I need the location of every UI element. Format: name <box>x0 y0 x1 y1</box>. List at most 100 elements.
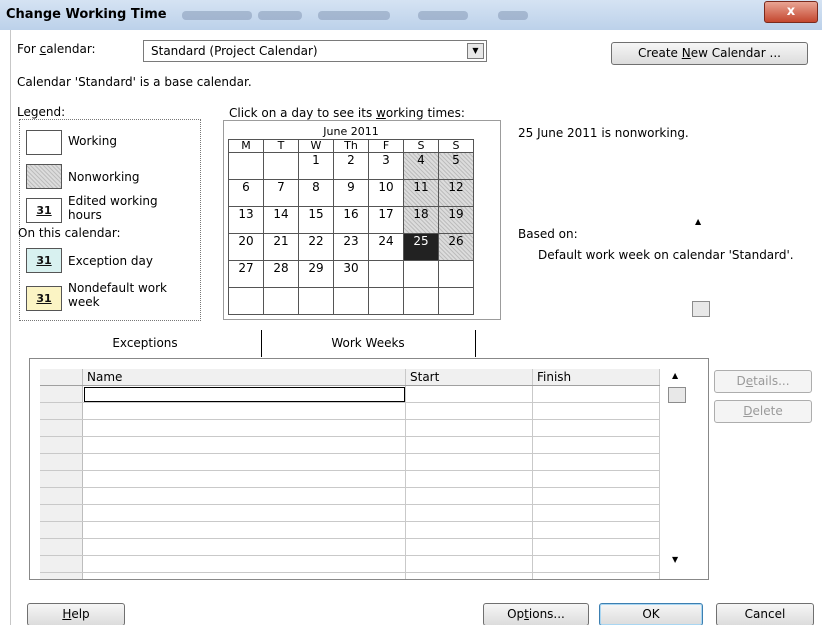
table-cell[interactable] <box>405 385 533 403</box>
table-row[interactable] <box>40 419 660 437</box>
table-row[interactable] <box>40 436 660 454</box>
calendar-day-cell[interactable]: 20 <box>228 233 264 261</box>
calendar-day-cell[interactable]: 5 <box>438 152 474 180</box>
calendar-scroll-thumb[interactable] <box>692 301 710 317</box>
calendar-day-cell[interactable]: 25 <box>403 233 439 261</box>
calendar-day-cell[interactable]: 4 <box>403 152 439 180</box>
calendar-day-cell[interactable]: 8 <box>298 179 334 207</box>
calendar-day-cell[interactable]: 23 <box>333 233 369 261</box>
calendar-day-cell[interactable]: 27 <box>228 260 264 288</box>
table-cell[interactable] <box>405 436 533 454</box>
calendar-day-cell[interactable]: 28 <box>263 260 299 288</box>
table-cell[interactable] <box>532 419 660 437</box>
table-cell[interactable] <box>82 470 406 488</box>
table-cell[interactable] <box>82 538 406 556</box>
table-cell[interactable] <box>82 402 406 420</box>
table-cell[interactable] <box>405 572 533 579</box>
column-header-name[interactable]: Name <box>82 369 406 386</box>
table-row[interactable] <box>40 504 660 522</box>
table-cell[interactable] <box>405 555 533 573</box>
calendar-day-cell[interactable]: 2 <box>333 152 369 180</box>
calendar-day-cell[interactable]: 29 <box>298 260 334 288</box>
row-header <box>40 419 83 437</box>
table-cell[interactable] <box>532 521 660 539</box>
details-button[interactable]: Details... <box>714 370 812 393</box>
table-row[interactable] <box>40 453 660 471</box>
table-cell[interactable] <box>532 436 660 454</box>
scroll-up-icon[interactable]: ▲ <box>672 371 678 380</box>
table-cell[interactable] <box>405 538 533 556</box>
cancel-button[interactable]: Cancel <box>716 603 814 625</box>
calendar-day-cell[interactable]: 18 <box>403 206 439 234</box>
calendar-day-cell[interactable]: 7 <box>263 179 299 207</box>
column-header-finish[interactable]: Finish <box>532 369 660 386</box>
calendar-day-cell[interactable]: 21 <box>263 233 299 261</box>
table-cell[interactable] <box>532 470 660 488</box>
table-cell[interactable] <box>532 453 660 471</box>
dropdown-arrow-icon[interactable]: ▼ <box>467 43 484 59</box>
table-cell[interactable] <box>532 555 660 573</box>
table-cell[interactable] <box>82 572 406 579</box>
table-cell[interactable] <box>405 470 533 488</box>
table-row[interactable] <box>40 470 660 488</box>
table-cell[interactable] <box>405 402 533 420</box>
table-row[interactable] <box>40 385 660 403</box>
calendar-dropdown[interactable]: Standard (Project Calendar) ▼ <box>143 40 487 62</box>
table-row[interactable] <box>40 521 660 539</box>
table-cell[interactable] <box>82 453 406 471</box>
table-row[interactable] <box>40 555 660 573</box>
table-row[interactable] <box>40 572 660 579</box>
calendar-day-cell[interactable]: 13 <box>228 206 264 234</box>
calendar-day-cell[interactable]: 10 <box>368 179 404 207</box>
delete-button[interactable]: Delete <box>714 400 812 423</box>
table-cell[interactable] <box>82 504 406 522</box>
table-cell[interactable] <box>532 487 660 505</box>
table-cell[interactable] <box>532 572 660 579</box>
table-cell[interactable] <box>532 504 660 522</box>
table-cell[interactable] <box>405 504 533 522</box>
table-cell[interactable] <box>82 385 406 403</box>
table-cell[interactable] <box>532 538 660 556</box>
calendar-day-cell[interactable]: 14 <box>263 206 299 234</box>
calendar-day-cell[interactable]: 9 <box>333 179 369 207</box>
table-cell[interactable] <box>405 453 533 471</box>
table-cell[interactable] <box>82 419 406 437</box>
calendar-day-cell[interactable]: 26 <box>438 233 474 261</box>
table-row[interactable] <box>40 487 660 505</box>
column-header-start[interactable]: Start <box>405 369 533 386</box>
ok-button[interactable]: OK <box>599 603 703 625</box>
close-button[interactable]: x <box>764 1 818 23</box>
calendar-day-cell[interactable]: 30 <box>333 260 369 288</box>
table-cell[interactable] <box>405 487 533 505</box>
calendar-day-cell[interactable]: 12 <box>438 179 474 207</box>
table-row[interactable] <box>40 538 660 556</box>
help-button[interactable]: Help <box>27 603 125 625</box>
calendar-day-cell[interactable]: 19 <box>438 206 474 234</box>
calendar-day-cell[interactable]: 24 <box>368 233 404 261</box>
scroll-down-icon[interactable]: ▼ <box>672 555 678 564</box>
create-new-calendar-button[interactable]: Create New Calendar ... <box>611 42 808 65</box>
exceptions-scrollbar[interactable]: ▲ ▼ <box>668 369 686 567</box>
tab-work-weeks[interactable]: Work Weeks <box>261 330 476 357</box>
calendar-day-cell[interactable]: 1 <box>298 152 334 180</box>
table-cell[interactable] <box>82 487 406 505</box>
options-button[interactable]: Options... <box>483 603 589 625</box>
table-cell[interactable] <box>405 521 533 539</box>
calendar-day-cell[interactable]: 6 <box>228 179 264 207</box>
tab-exceptions[interactable]: Exceptions <box>29 330 262 357</box>
calendar-day-cell[interactable]: 15 <box>298 206 334 234</box>
table-cell[interactable] <box>405 419 533 437</box>
calendar-day-cell[interactable]: 11 <box>403 179 439 207</box>
table-row[interactable] <box>40 402 660 420</box>
table-cell[interactable] <box>82 521 406 539</box>
table-cell[interactable] <box>532 385 660 403</box>
calendar-day-cell[interactable]: 16 <box>333 206 369 234</box>
calendar-day-cell[interactable]: 22 <box>298 233 334 261</box>
calendar-day-cell[interactable]: 3 <box>368 152 404 180</box>
calendar-day-cell[interactable]: 17 <box>368 206 404 234</box>
table-cell[interactable] <box>82 436 406 454</box>
table-cell[interactable] <box>532 402 660 420</box>
scroll-up-icon[interactable]: ▲ <box>695 217 701 226</box>
table-cell[interactable] <box>82 555 406 573</box>
exceptions-scroll-thumb[interactable] <box>668 387 686 403</box>
